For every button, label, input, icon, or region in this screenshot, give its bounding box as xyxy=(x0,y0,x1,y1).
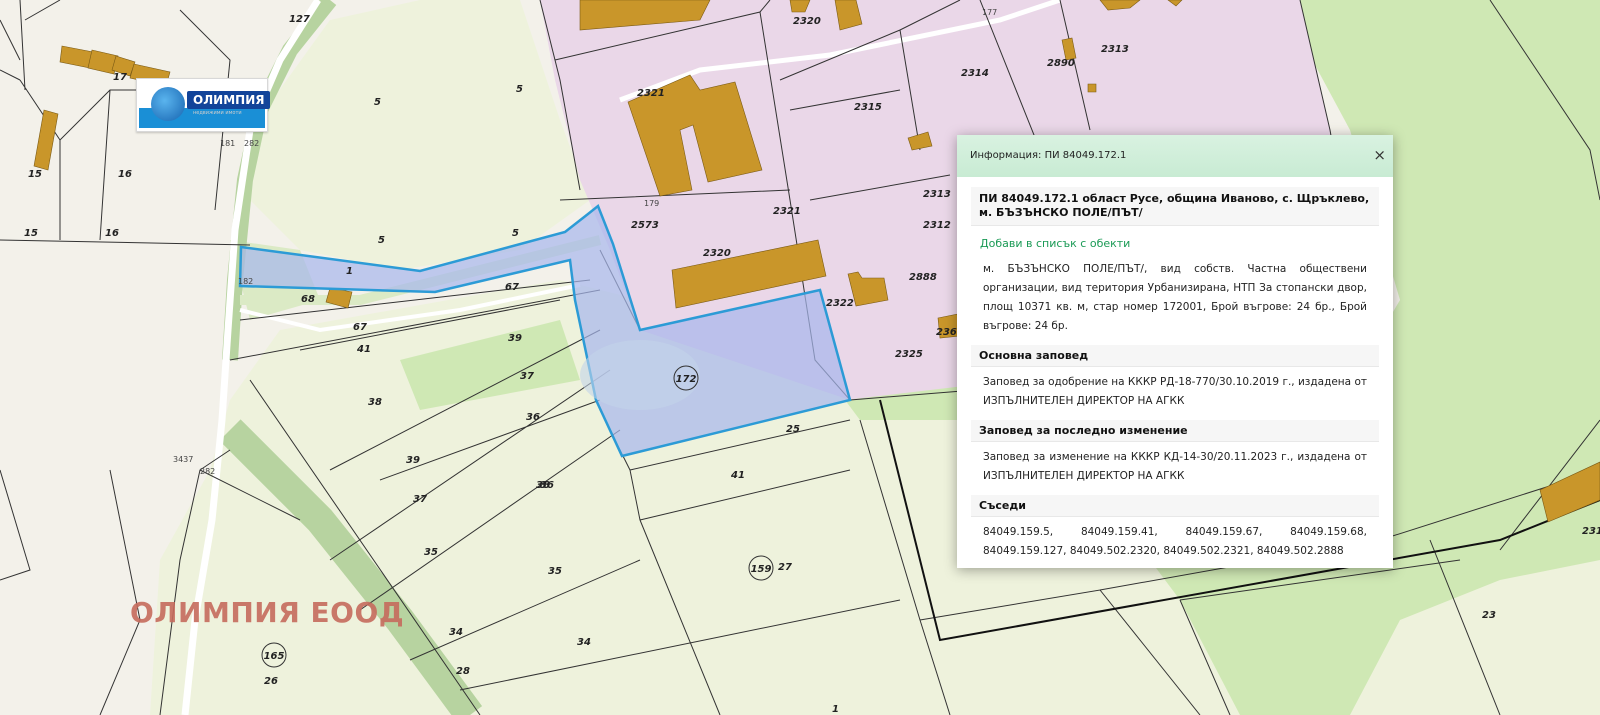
section-title-neighbours: Съседи xyxy=(971,495,1379,517)
parcel-number-label: 37 xyxy=(520,371,534,382)
parcel-number-label: 17 xyxy=(113,72,127,83)
add-to-list-link[interactable]: Добави в списък с обекти xyxy=(971,226,1379,254)
parcel-number-label: 5 xyxy=(516,84,523,95)
parcel-number-label: 41 xyxy=(356,344,371,355)
cadastral-area-number: 172 xyxy=(676,374,697,385)
parcel-number-label: 1 xyxy=(832,704,839,715)
property-description: м. БЪЗЪНСКО ПОЛЕ/ПЪТ/, вид собств. Частн… xyxy=(983,263,1367,332)
parcel-number-label: 16 xyxy=(118,169,132,180)
parcel-number-label: 67 xyxy=(353,322,367,333)
parcel-number-label: 36 xyxy=(540,480,554,491)
parcel-number-label: 2318 xyxy=(1582,526,1600,537)
parcel-number-label: 5 xyxy=(512,228,519,239)
parcel-number-label: 2890 xyxy=(1047,58,1075,69)
elevation-point-label: 282 xyxy=(200,467,215,476)
parcel-number-label: 1 xyxy=(346,266,353,277)
parcel-number-label: 35 xyxy=(548,566,562,577)
section-text-neighbours: 84049.159.5, 84049.159.41, 84049.159.67,… xyxy=(983,526,1367,557)
building xyxy=(1087,83,1097,93)
parcel-number-label: 23 xyxy=(1482,610,1496,621)
parcel-number-label: 2321 xyxy=(637,88,665,99)
close-icon[interactable]: × xyxy=(1373,146,1386,164)
parcel-number-label: 2320 xyxy=(793,16,821,27)
parcel-number-label: 39 xyxy=(508,333,522,344)
parcel-number-label: 67 xyxy=(505,282,519,293)
cadastral-area-number: 159 xyxy=(751,564,772,575)
parcel-number-label: 39 xyxy=(406,455,420,466)
popup-body: ПИ 84049.172.1 област Русе, община Ивано… xyxy=(957,177,1393,567)
section-title-main-order: Основна заповед xyxy=(971,345,1379,367)
parcel-number-label: 68 xyxy=(301,294,315,305)
parcel-number-label: 15 xyxy=(24,228,38,239)
parcel-number-label: 27 xyxy=(778,562,792,573)
watermark: ОЛИМПИЯ ЕООД xyxy=(130,596,405,629)
parcel-number-label: 127 xyxy=(289,14,310,25)
elevation-point-label: 179 xyxy=(644,199,659,208)
parcel-number-label: 2320 xyxy=(703,248,731,259)
popup-header-title: Информация: ПИ 84049.172.1 xyxy=(970,150,1127,161)
parcel-number-label: 37 xyxy=(413,494,427,505)
parcel-number-label: 2313 xyxy=(1101,44,1129,55)
company-logo: ОЛИМПИЯ недвижими имоти xyxy=(136,78,271,132)
parcel-number-label: 41 xyxy=(730,470,745,481)
parcel-number-label: 15 xyxy=(28,169,42,180)
property-title: ПИ 84049.172.1 област Русе, община Ивано… xyxy=(971,187,1379,226)
elevation-point-label: 181 xyxy=(220,139,235,148)
parcel-number-label: 2314 xyxy=(961,68,989,79)
parcel-number-label: 2325 xyxy=(895,349,923,360)
section-title-last-change: Заповед за последно изменение xyxy=(971,420,1379,442)
parcel-number-label: 5 xyxy=(374,97,381,108)
parcel-number-label: 5 xyxy=(378,235,385,246)
parcel-number-label: 35 xyxy=(424,547,438,558)
logo-word: ОЛИМПИЯ xyxy=(187,91,271,109)
parcel-number-label: 16 xyxy=(105,228,119,239)
elevation-point-label: 182 xyxy=(238,277,253,286)
info-popup: Информация: ПИ 84049.172.1 × ПИ 84049.17… xyxy=(957,135,1393,568)
parcel-number-label: 2573 xyxy=(631,220,659,231)
logo-globe-icon xyxy=(151,87,185,121)
parcel-number-label: 2313 xyxy=(923,189,951,200)
elevation-point-label: 177 xyxy=(982,8,997,17)
section-text-last-change: Заповед за изменение на КККР КД-14-30/20… xyxy=(983,451,1367,482)
parcel-number-label: 2888 xyxy=(909,272,937,283)
parcel-number-label: 34 xyxy=(449,627,463,638)
logo-tagline: недвижими имоти xyxy=(193,110,242,116)
parcel-number-label: 38 xyxy=(368,397,382,408)
popup-header: Информация: ПИ 84049.172.1 × xyxy=(957,135,1393,177)
parcel-number-label: 36 xyxy=(526,412,540,423)
parcel-number-label: 2312 xyxy=(923,220,951,231)
parcel-number-label: 26 xyxy=(264,676,278,687)
parcel-number-label: 2321 xyxy=(773,206,801,217)
parcel-number-label: 34 xyxy=(577,637,591,648)
parcel-number-label: 2322 xyxy=(826,298,854,309)
section-text-main-order: Заповед за одобрение на КККР РД-18-770/3… xyxy=(983,376,1367,407)
elevation-point-label: 282 xyxy=(244,139,259,148)
parcel-number-label: 2315 xyxy=(854,102,882,113)
parcel-number-label: 28 xyxy=(456,666,470,677)
parcel-number-label: 25 xyxy=(786,424,800,435)
cadastral-area-number: 165 xyxy=(264,651,285,662)
elevation-point-label: 3437 xyxy=(173,455,193,464)
